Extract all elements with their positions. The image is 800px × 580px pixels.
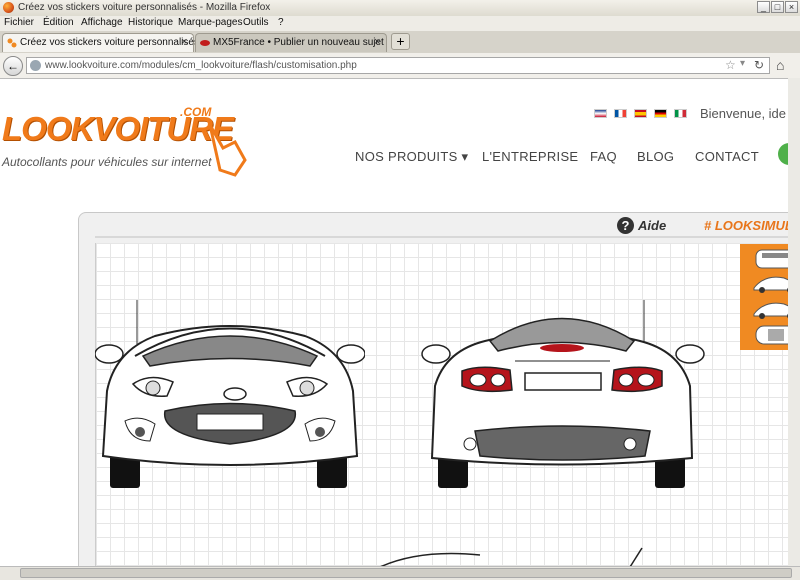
flag-fr-icon[interactable] (614, 109, 627, 118)
vertical-scrollbar[interactable] (788, 78, 800, 566)
site-tagline: Autocollants pour véhicules sur internet (2, 155, 212, 169)
back-arrow-icon[interactable]: ← (3, 56, 23, 76)
star-icon[interactable]: ☆ (725, 58, 736, 72)
plus-icon[interactable]: + (391, 33, 410, 50)
flag-it-icon[interactable] (674, 109, 687, 118)
menu-outils[interactable]: Outils (243, 17, 269, 28)
flag-de-icon[interactable] (654, 109, 667, 118)
tab-label: MX5France • Publier un nouveau sujet (213, 37, 384, 48)
horizontal-scroll-thumb[interactable] (20, 568, 792, 578)
nav-faq[interactable]: FAQ (590, 149, 617, 164)
home-icon[interactable]: ⌂ (776, 57, 784, 73)
pointing-hand-icon (208, 124, 247, 177)
car-side-view[interactable] (360, 545, 660, 567)
nav-blog[interactable]: BLOG (637, 149, 674, 164)
address-bar[interactable]: www.lookvoiture.com/modules/cm_lookvoitu… (26, 57, 770, 74)
close-icon[interactable]: × (181, 36, 187, 48)
firefox-icon (3, 2, 14, 13)
url-text: www.lookvoiture.com/modules/cm_lookvoitu… (45, 60, 357, 71)
help-icon[interactable]: ? (617, 217, 634, 234)
close-window-icon[interactable]: × (785, 1, 798, 13)
minimize-icon[interactable]: _ (757, 1, 770, 13)
dropdown-icon[interactable]: ▾ (740, 58, 745, 69)
tab-lookvoiture[interactable]: Créez vos stickers voiture personnalisés… (2, 33, 199, 52)
menu-fichier[interactable]: Fichier (4, 17, 34, 28)
menu-help[interactable]: ? (278, 17, 284, 28)
car-front-view[interactable] (95, 296, 365, 492)
nav-contact[interactable]: CONTACT (695, 149, 759, 164)
menu-bar: Fichier Édition Affichage Historique Mar… (0, 16, 800, 31)
window-title: Créez vos stickers voiture personnalisés… (18, 2, 271, 13)
tab-mx5france[interactable]: MX5France • Publier un nouveau sujet × (195, 33, 387, 52)
globe-icon (30, 60, 41, 71)
maximize-icon[interactable]: □ (771, 1, 784, 13)
lookvoiture-favicon-icon (7, 38, 17, 48)
flag-en-icon[interactable] (594, 109, 607, 118)
tab-label: Créez vos stickers voiture personnalisés (20, 37, 199, 48)
looksimul-link[interactable]: # LOOKSIMUL (704, 218, 793, 233)
panel-divider (95, 236, 800, 238)
nav-nos-produits[interactable]: NOS PRODUITS ▾ (355, 149, 468, 165)
nav-entreprise[interactable]: L'ENTREPRISE (482, 149, 578, 164)
site-logo-com: .COM (180, 105, 212, 119)
menu-historique[interactable]: Historique (128, 17, 173, 28)
car-rear-view[interactable] (420, 296, 706, 492)
welcome-text: Bienvenue, ide (700, 106, 787, 121)
menu-marque-pages[interactable]: Marque-pages (178, 17, 242, 28)
help-button[interactable]: Aide (638, 218, 666, 233)
menu-affichage[interactable]: Affichage (81, 17, 123, 28)
menu-edition[interactable]: Édition (43, 17, 74, 28)
reload-icon[interactable]: ↻ (754, 58, 764, 72)
close-icon[interactable]: × (374, 36, 380, 48)
mx5france-favicon-icon (200, 40, 210, 46)
title-bar: Créez vos stickers voiture personnalisés… (0, 0, 800, 17)
flag-es-icon[interactable] (634, 109, 647, 118)
